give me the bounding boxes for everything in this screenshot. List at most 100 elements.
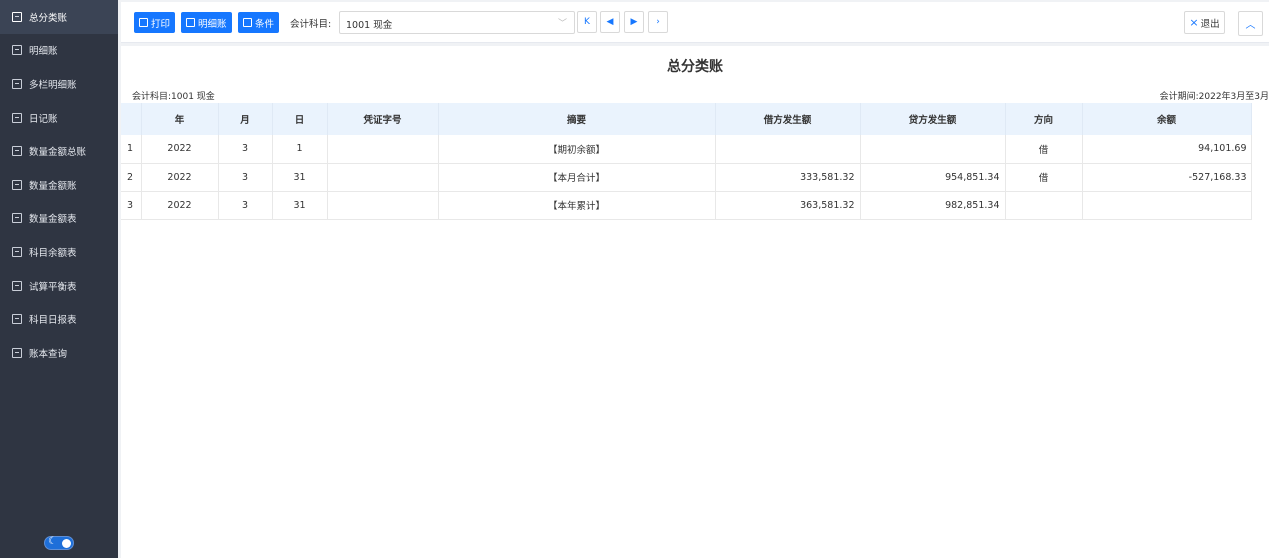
exit-label: 退出 (1200, 18, 1220, 30)
period-meta: 会计期间:2022年3月至3月 (1159, 92, 1269, 102)
print-button[interactable]: 打印 (134, 12, 176, 33)
cell-debit: 333,581.32 (715, 163, 861, 192)
sidebar-item-daily-report[interactable]: 科目日报表 (0, 302, 118, 336)
cell-balance (1082, 191, 1252, 220)
sidebar-item-label: 试算平衡表 (29, 281, 77, 293)
col-header-month: 月 (218, 103, 273, 135)
first-page-button[interactable]: K (577, 11, 597, 33)
col-header-year: 年 (141, 103, 219, 135)
bar-chart-icon (12, 78, 22, 89)
cell-credit: 982,851.34 (860, 191, 1006, 220)
cell-direction: 借 (1005, 163, 1083, 192)
sidebar-item-multi-column-ledger[interactable]: 多栏明细账 (0, 67, 118, 101)
subject-meta: 会计科目:1001 现金 (132, 92, 215, 102)
cell-debit (715, 135, 861, 164)
report-panel: 总分类账 会计科目:1001 现金 会计期间:2022年3月至3月 年 月 日 … (121, 46, 1269, 558)
sidebar-item-label: 总分类账 (29, 12, 68, 24)
subject-label: 会计科目: (290, 19, 332, 30)
sidebar-item-label: 数量金额总账 (29, 147, 87, 159)
sidebar-item-general-ledger[interactable]: 总分类账 (0, 0, 118, 34)
cell-voucher (327, 163, 439, 192)
table-row[interactable]: 2 2022 3 31 【本月合计】 333,581.32 954,851.34… (121, 163, 1252, 192)
col-header-debit: 借方发生额 (715, 103, 861, 135)
sidebar-item-quantity-account[interactable]: 数量金额账 (0, 168, 118, 202)
prev-icon: ◀ (606, 17, 614, 27)
sidebar-item-label: 数量金额表 (29, 214, 77, 226)
sidebar-item-quantity-table[interactable]: 数量金额表 (0, 202, 118, 236)
cell-direction: 借 (1005, 135, 1083, 164)
cell-index: 1 (121, 135, 142, 164)
cell-balance: -527,168.33 (1082, 163, 1252, 192)
col-header-voucher: 凭证字号 (327, 103, 439, 135)
table-header-row: 年 月 日 凭证字号 摘要 借方发生额 贷方发生额 方向 余额 (121, 103, 1252, 135)
sidebar-item-quantity-general-ledger[interactable]: 数量金额总账 (0, 134, 118, 168)
sidebar-item-detail-ledger[interactable]: 明细账 (0, 34, 118, 68)
cell-month: 3 (218, 163, 273, 192)
cell-day: 1 (272, 135, 328, 164)
first-icon: K (584, 17, 590, 27)
cell-credit: 954,851.34 (860, 163, 1006, 192)
detail-label: 明细账 (198, 18, 227, 30)
cell-debit: 363,581.32 (715, 191, 861, 220)
cell-month: 3 (218, 135, 273, 164)
sidebar-item-journal[interactable]: 日记账 (0, 101, 118, 135)
quantity-account-icon (12, 179, 22, 190)
filter-icon (243, 18, 252, 27)
book-query-icon (12, 347, 22, 358)
ledger-table: 年 月 日 凭证字号 摘要 借方发生额 贷方发生额 方向 余额 1 2022 3… (121, 103, 1252, 220)
subject-select[interactable]: 1001 现金 ﹀ (339, 11, 575, 34)
report-title: 总分类账 (667, 59, 723, 75)
sidebar-item-label: 明细账 (29, 46, 58, 58)
next-icon: ▶ (630, 17, 638, 27)
prev-page-button[interactable]: ◀ (600, 11, 620, 33)
col-header-summary: 摘要 (438, 103, 716, 135)
last-page-button[interactable]: › (648, 11, 668, 33)
close-icon: × (1189, 16, 1199, 29)
cell-day: 31 (272, 163, 328, 192)
detail-ledger-button[interactable]: 明细账 (181, 12, 232, 33)
cell-year: 2022 (141, 191, 219, 220)
chevron-down-icon: ﹀ (557, 19, 567, 29)
sidebar-item-label: 多栏明细账 (29, 79, 77, 91)
sidebar-item-trial-balance[interactable]: 试算平衡表 (0, 269, 118, 303)
sidebar: 总分类账 明细账 多栏明细账 日记账 数量金额总账 数量金额账 数量金额表 科目… (0, 0, 118, 558)
cell-summary: 【本年累计】 (438, 191, 716, 220)
subject-select-value: 1001 现金 (346, 20, 393, 31)
collapse-button[interactable]: ︿ (1238, 11, 1263, 36)
condition-label: 条件 (255, 18, 275, 30)
next-page-button[interactable]: ▶ (624, 11, 644, 33)
col-header-balance: 余额 (1082, 103, 1252, 135)
cell-year: 2022 (141, 163, 219, 192)
toolbar: 打印 明细账 条件 会计科目: 1001 现金 ﹀ K ◀ ▶ › × 退出 ︿ (121, 2, 1269, 43)
cell-voucher (327, 135, 439, 164)
cell-index: 3 (121, 191, 142, 220)
exit-button[interactable]: × 退出 (1184, 11, 1225, 34)
sidebar-item-book-query[interactable]: 账本查询 (0, 336, 118, 370)
printer-icon (139, 18, 148, 27)
cell-month: 3 (218, 191, 273, 220)
quantity-ledger-icon (12, 146, 22, 157)
daily-report-icon (12, 314, 22, 325)
sidebar-item-label: 科目余额表 (29, 247, 77, 259)
col-header-day: 日 (272, 103, 328, 135)
cell-summary: 【本月合计】 (438, 163, 716, 192)
condition-button[interactable]: 条件 (238, 12, 280, 33)
theme-toggle[interactable] (44, 536, 74, 550)
quantity-table-icon (12, 213, 22, 224)
table-row[interactable]: 3 2022 3 31 【本年累计】 363,581.32 982,851.34 (121, 191, 1252, 220)
chevron-up-icon: ︿ (1245, 20, 1256, 31)
trial-balance-icon (12, 280, 22, 291)
cell-voucher (327, 191, 439, 220)
sidebar-item-label: 科目日报表 (29, 315, 77, 327)
table-row[interactable]: 1 2022 3 1 【期初余额】 借 94,101.69 (121, 135, 1252, 164)
cell-balance: 94,101.69 (1082, 135, 1252, 164)
col-header-index (121, 103, 142, 135)
cell-credit (860, 135, 1006, 164)
sidebar-item-label: 日记账 (29, 113, 58, 125)
sidebar-item-label: 数量金额账 (29, 180, 77, 192)
cell-day: 31 (272, 191, 328, 220)
cell-year: 2022 (141, 135, 219, 164)
sidebar-item-balance-table[interactable]: 科目余额表 (0, 235, 118, 269)
last-icon: › (656, 17, 660, 27)
detail-icon (186, 18, 195, 27)
